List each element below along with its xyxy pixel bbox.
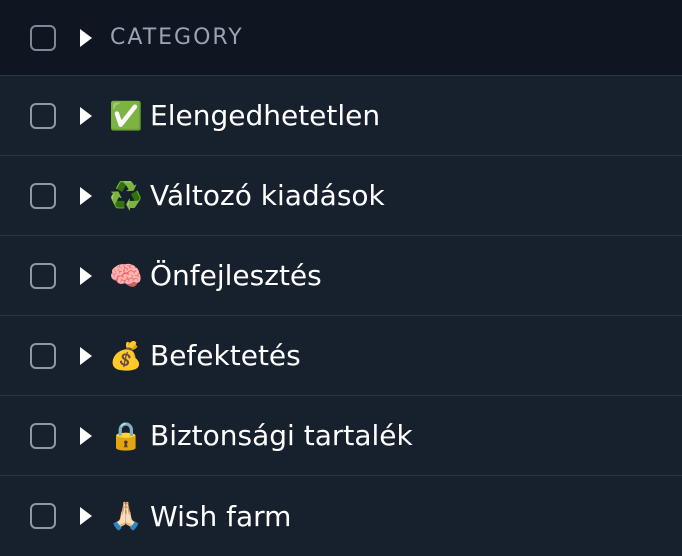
category-label: Wish farm	[150, 499, 292, 533]
brain-icon: 🧠	[109, 260, 143, 292]
category-column-header: CATEGORY	[110, 25, 244, 50]
row-checkbox[interactable]	[30, 503, 56, 529]
expand-caret-icon[interactable]	[80, 507, 92, 525]
table-header-row: CATEGORY	[0, 0, 682, 76]
table-row[interactable]: 🔒 Biztonsági tartalék	[0, 396, 682, 476]
lock-icon: 🔒	[109, 420, 143, 452]
table-row[interactable]: 🧠 Önfejlesztés	[0, 236, 682, 316]
category-label: Befektetés	[150, 339, 301, 372]
expand-caret-icon[interactable]	[80, 426, 92, 445]
row-checkbox[interactable]	[30, 102, 56, 129]
table-row[interactable]: 🙏🏻 Wish farm	[0, 476, 682, 556]
category-table: CATEGORY ✅ Elengedhetetlen ♻️ Változó ki…	[0, 0, 682, 556]
row-checkbox[interactable]	[30, 182, 56, 209]
expand-caret-icon[interactable]	[80, 266, 92, 285]
expand-all-caret-icon[interactable]	[80, 28, 92, 47]
row-checkbox[interactable]	[30, 262, 56, 289]
table-row[interactable]: ✅ Elengedhetetlen	[0, 76, 682, 156]
category-label: Önfejlesztés	[150, 259, 322, 292]
table-row[interactable]: ♻️ Változó kiadások	[0, 156, 682, 236]
folded-hands-icon: 🙏🏻	[109, 501, 143, 532]
category-label: Biztonsági tartalék	[150, 419, 413, 452]
expand-caret-icon[interactable]	[80, 186, 92, 205]
category-label: Változó kiadások	[150, 179, 385, 212]
row-checkbox[interactable]	[30, 422, 56, 449]
select-all-checkbox[interactable]	[30, 24, 56, 51]
category-label: Elengedhetetlen	[150, 99, 381, 132]
recycling-icon: ♻️	[109, 180, 143, 212]
row-checkbox[interactable]	[30, 342, 56, 369]
expand-caret-icon[interactable]	[80, 106, 92, 125]
check-mark-button-icon: ✅	[109, 100, 143, 132]
expand-caret-icon[interactable]	[80, 346, 92, 365]
money-bag-icon: 💰	[109, 340, 143, 372]
table-row[interactable]: 💰 Befektetés	[0, 316, 682, 396]
